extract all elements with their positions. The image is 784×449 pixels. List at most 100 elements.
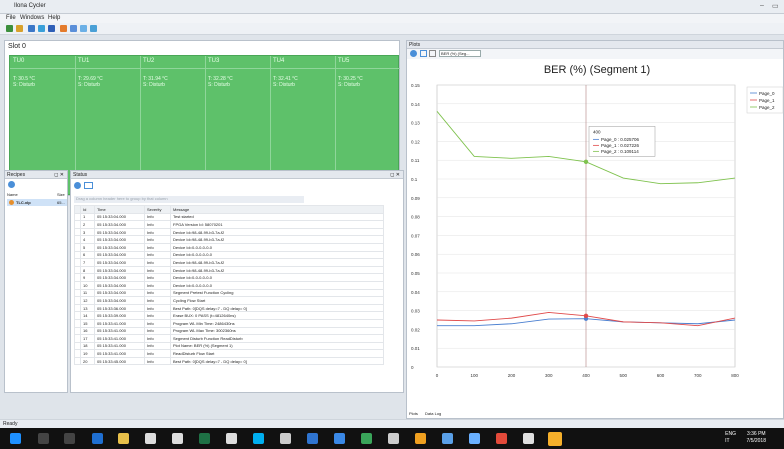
save-icon[interactable] bbox=[70, 25, 77, 32]
edge-icon[interactable] bbox=[92, 433, 103, 444]
recipe-size: 65... bbox=[57, 200, 65, 205]
refresh-icon[interactable] bbox=[74, 182, 81, 189]
cell-time: 05 15:33:36.000 bbox=[94, 303, 145, 313]
app-icon[interactable] bbox=[307, 433, 318, 444]
table-row[interactable]: 12 05 15:33:34.000 Info Cycling Flow Start bbox=[74, 296, 384, 305]
recipe-item[interactable]: TLC.xlp 65... bbox=[7, 199, 67, 206]
cycler-app-icon[interactable] bbox=[548, 432, 562, 446]
table-row[interactable]: 15 05 15:33:41.000 Info Program WL Min Time… bbox=[74, 318, 384, 328]
cell-id: 16 bbox=[80, 326, 95, 336]
open-icon[interactable] bbox=[6, 25, 13, 32]
tab-plots[interactable]: Plots bbox=[409, 411, 418, 416]
table-row[interactable]: 4 05 15:33:34.000 Info Device Id=98-48-99-b… bbox=[74, 235, 384, 244]
refresh-icon[interactable] bbox=[8, 181, 15, 188]
photos-icon[interactable] bbox=[280, 433, 291, 444]
table-row[interactable]: 5 05 15:33:34.000 Info Device Id=0-0-0-0-0-… bbox=[74, 242, 384, 252]
tu-cell-1[interactable]: TU1 T: 29.69 °C S: Disturb bbox=[78, 58, 103, 88]
col-message[interactable]: Message bbox=[170, 205, 384, 214]
calculator-icon[interactable] bbox=[388, 433, 399, 444]
mail-icon[interactable] bbox=[172, 433, 183, 444]
table-row[interactable]: 1 05 15:33:04.000 Info Test started bbox=[74, 212, 384, 222]
col-id[interactable]: Id bbox=[80, 205, 95, 214]
cell-message: Plot Name: BER (%) (Segment 1) bbox=[170, 341, 384, 351]
store-icon[interactable] bbox=[145, 433, 156, 444]
restore-icon[interactable]: ▭ bbox=[772, 2, 779, 10]
tu-cell-5[interactable]: TU5 T: 30.25 °C S: Disturb bbox=[338, 58, 363, 88]
tu-cell-2[interactable]: TU2 T: 31.94 °C S: Disturb bbox=[143, 58, 168, 88]
chrome-icon[interactable] bbox=[415, 433, 426, 444]
cell-id: 20 bbox=[80, 356, 95, 366]
settings-icon[interactable] bbox=[429, 50, 436, 57]
close-icon[interactable]: ◻ ✕ bbox=[390, 172, 400, 178]
pause-icon[interactable] bbox=[38, 25, 45, 32]
table-row[interactable]: 10 05 15:33:34.000 Info Device Id=0-0-0-0-0… bbox=[74, 280, 384, 290]
tooltip-line: Page_2 : 0.109114 bbox=[601, 149, 639, 154]
cell-message: Device Id=98-48-99-b3-7a-f2 bbox=[170, 227, 384, 237]
plot-selector-value: BER (%) (Seg... bbox=[441, 51, 470, 56]
menu-windows[interactable]: Windows bbox=[20, 15, 44, 21]
table-row[interactable]: 7 05 15:33:34.000 Info Device Id=98-48-99-b… bbox=[74, 258, 384, 267]
table-row[interactable]: 13 05 15:33:36.000 Info Best Path: 0[DQS de… bbox=[74, 303, 384, 313]
grid-icon[interactable] bbox=[420, 50, 427, 57]
cell-severity: Info bbox=[144, 303, 171, 313]
excel-icon[interactable] bbox=[199, 433, 210, 444]
tool-icon[interactable] bbox=[60, 25, 67, 32]
task-view-icon[interactable] bbox=[64, 433, 75, 444]
app-icon[interactable] bbox=[442, 433, 453, 444]
tu-cell-0[interactable]: TU0 T: 30.5 °C S: Disturb bbox=[13, 58, 35, 88]
cell-id: 15 bbox=[80, 318, 95, 328]
app-icon[interactable] bbox=[361, 433, 372, 444]
lang-code: ENG bbox=[725, 431, 736, 437]
skype-icon[interactable] bbox=[253, 433, 264, 444]
language-indicator[interactable]: ENG IT bbox=[725, 431, 736, 445]
panel-controls[interactable]: ◻ ✕ bbox=[54, 172, 64, 178]
app-icon[interactable] bbox=[469, 433, 480, 444]
slot-title: Slot 0 bbox=[8, 43, 26, 50]
settings-app-icon[interactable] bbox=[226, 433, 237, 444]
table-row[interactable]: 9 05 15:33:34.000 Info Device Id=0-0-0-0-0-… bbox=[74, 273, 384, 282]
table-row[interactable]: 3 05 15:33:34.000 Info Device Id=98-48-99-b… bbox=[74, 227, 384, 237]
app-icon[interactable] bbox=[334, 433, 345, 444]
col-time[interactable]: Time bbox=[94, 205, 145, 214]
col-size[interactable]: Size bbox=[57, 192, 65, 197]
tooltip-line: Page_1 : 0.027226 bbox=[601, 143, 640, 148]
app-icon[interactable] bbox=[523, 433, 534, 444]
settings-icon[interactable] bbox=[16, 25, 23, 32]
table-row[interactable]: 14 05 15:33:39.000 Info Erase BUX: 0 PASS (… bbox=[74, 311, 384, 320]
col-severity[interactable]: Severity bbox=[144, 205, 171, 214]
table-row[interactable]: 2 05 15:33:34.000 Info FPGA Version Id: 580… bbox=[74, 220, 384, 229]
hover-point bbox=[583, 159, 589, 165]
cell-id: 11 bbox=[80, 288, 95, 298]
table-row[interactable]: 20 05 15:33:45.000 Info Best Path: 0[DQS de… bbox=[74, 356, 384, 366]
table-row[interactable]: 16 05 15:33:41.000 Info Program WL Max Time… bbox=[74, 326, 384, 336]
play-icon[interactable] bbox=[28, 25, 35, 32]
chart-icon[interactable] bbox=[90, 25, 97, 32]
plot-selector[interactable]: BER (%) (Seg... bbox=[439, 50, 481, 57]
tu-cell-3[interactable]: TU3 T: 32.28 °C S: Disturb bbox=[208, 58, 233, 88]
explorer-icon[interactable] bbox=[118, 433, 129, 444]
windows-start-icon[interactable] bbox=[10, 433, 21, 444]
table-row[interactable]: 19 05 15:33:41.000 Info ReadDisturb Flow St… bbox=[74, 349, 384, 358]
refresh-icon[interactable] bbox=[410, 50, 417, 57]
table-row[interactable]: 6 05 15:33:34.000 Info Device Id=0-0-0-0-0-… bbox=[74, 250, 384, 260]
pdf-icon[interactable] bbox=[496, 433, 507, 444]
minimize-icon[interactable]: – bbox=[760, 2, 764, 9]
export-icon[interactable] bbox=[80, 25, 87, 32]
tu-cell-4[interactable]: TU4 T: 32.41 °C S: Disturb bbox=[273, 58, 298, 88]
group-by-bar[interactable]: Drag a column header here to group by th… bbox=[74, 196, 304, 203]
search-icon[interactable] bbox=[38, 433, 49, 444]
tab-data-log[interactable]: Data Log bbox=[425, 411, 441, 416]
table-row[interactable]: 11 05 15:33:34.000 Info Segment Pretest Fun… bbox=[74, 288, 384, 298]
cell-id: 13 bbox=[80, 303, 95, 313]
menu-file[interactable]: File bbox=[6, 15, 16, 21]
col-name[interactable]: Name bbox=[7, 192, 18, 197]
table-row[interactable]: 8 05 15:33:34.000 Info Device Id=98-48-99-b… bbox=[74, 265, 384, 275]
table-row[interactable]: 18 05 15:33:41.000 Info Plot Name: BER (%) … bbox=[74, 341, 384, 351]
filter-icon[interactable] bbox=[84, 182, 93, 189]
x-tick-label: 400 bbox=[582, 373, 590, 378]
table-row[interactable]: 17 05 15:33:41.000 Info Segment Disturb Fun… bbox=[74, 334, 384, 343]
stop-icon[interactable] bbox=[48, 25, 55, 32]
menu-help[interactable]: Help bbox=[48, 15, 60, 21]
cell-time: 05 15:33:34.000 bbox=[94, 288, 145, 298]
clock[interactable]: 3:36 PM 7/5/2018 bbox=[747, 431, 766, 445]
